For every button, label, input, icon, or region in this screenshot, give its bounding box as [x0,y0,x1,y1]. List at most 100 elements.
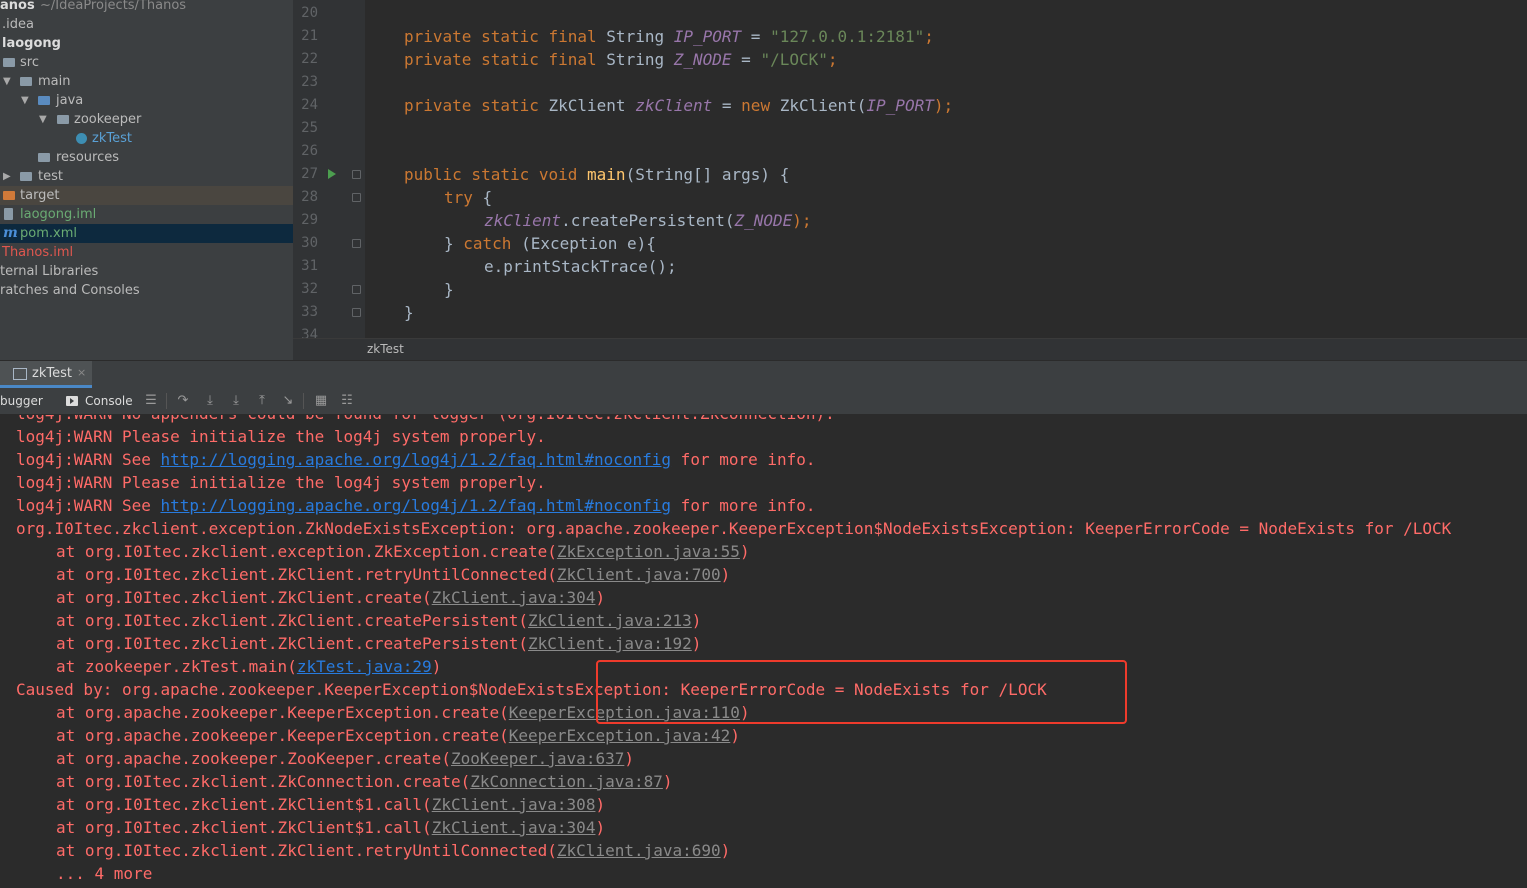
source-link[interactable]: ZkClient.java:308 [432,795,596,814]
field: Z_NODE [673,50,732,69]
trace-icon[interactable]: ☷ [340,394,354,408]
tree-item-label: target [20,188,60,203]
console-text: for more info. [671,496,816,515]
tree-item-laogong[interactable]: laogong [0,34,293,53]
chevron-down-icon[interactable]: ▼ [21,91,29,110]
fold-icon[interactable] [352,308,361,317]
tree-item-external-libraries[interactable]: ternal Libraries [0,262,293,281]
stack-frame: at org.I0Itec.zkclient.ZkClient.create(Z… [56,586,605,609]
fold-icon[interactable] [352,193,361,202]
source-link[interactable]: ZkClient.java:700 [557,565,721,584]
editor-gutter: 20 21 22 23 24 25 26 27 28 29 30 31 32 3… [293,0,365,338]
step-into-icon[interactable]: ⤓ [203,394,217,408]
field: IP_PORT [673,27,742,46]
source-link[interactable]: KeeperException.java:110 [509,703,740,722]
console-output[interactable]: log4j:WARN No appenders could be found f… [0,415,1527,888]
frame-text: ) [662,772,673,791]
run-icon[interactable] [328,169,336,179]
field: zkClient [484,211,562,230]
force-step-into-icon[interactable]: ⤓ [229,394,243,408]
code-editor[interactable]: private static final String IP_PORT = "1… [365,0,1527,338]
source-link[interactable]: KeeperException.java:42 [509,726,731,745]
folder-icon [20,172,32,181]
code-text: } [444,234,464,253]
menu-icon[interactable]: ☰ [144,394,158,408]
console-line: log4j:WARN Please initialize the log4j s… [16,427,546,446]
keyword: catch [463,234,522,253]
tree-item-java[interactable]: ▼ java [0,91,293,110]
evaluate-icon[interactable]: ▦ [314,394,328,408]
fold-icon[interactable] [352,285,361,294]
console-link[interactable]: http://logging.apache.org/log4j/1.2/faq.… [161,450,672,469]
tree-item-src[interactable]: src [0,53,293,72]
tree-item-scratches[interactable]: ratches and Consoles [0,281,293,300]
caused-by-line: Caused by: org.apache.zookeeper.KeeperEx… [16,680,1047,699]
field: IP_PORT [866,96,934,115]
tab-debugger[interactable]: bugger [0,394,43,408]
source-link[interactable]: ZkException.java:55 [557,542,740,561]
source-link[interactable]: ZkClient.java:304 [432,818,596,837]
fold-icon[interactable] [352,239,361,248]
frame-text: at org.I0Itec.zkclient.ZkClient.createPe… [56,634,529,653]
tree-item-zktest[interactable]: zkTest [0,129,293,148]
method-name: main [587,165,626,184]
tree-item-main[interactable]: ▼ main [0,72,293,91]
tree-item-zookeeper[interactable]: ▼ zookeeper [0,110,293,129]
tree-item-thanos-iml[interactable]: Thanos.iml [0,243,293,262]
step-out-icon[interactable]: ⤒ [255,394,269,408]
source-link[interactable]: zkTest.java:29 [297,657,432,676]
code-line-28: try { [444,186,492,209]
tree-item-pom-xml[interactable]: m pom.xml [0,224,293,243]
source-link[interactable]: ZkConnection.java:87 [470,772,663,791]
stack-frame: at org.apache.zookeeper.KeeperException.… [56,701,750,724]
source-link[interactable]: ZkClient.java:304 [432,588,596,607]
tree-item-label: .idea [2,17,34,32]
step-over-icon[interactable]: ↷ [176,394,190,408]
source-link[interactable]: ZooKeeper.java:637 [451,749,624,768]
field: zkClient [635,96,713,115]
fold-icon[interactable] [352,170,361,179]
tree-item-target[interactable]: target [0,186,293,205]
tree-item-resources[interactable]: resources [0,148,293,167]
run-toolbar: bugger Console ☰ ↷ ⤓ ⤓ ⤒ ↘ ▦ ☷ [0,388,1527,415]
tree-item-idea[interactable]: .idea [0,15,293,34]
line-number: 30 [301,235,318,251]
tree-item-label: ratches and Consoles [0,283,140,298]
tree-item-laogong-iml[interactable]: laogong.iml [0,205,293,224]
stack-frame: at org.I0Itec.zkclient.ZkConnection.crea… [56,770,673,793]
line-number: 24 [301,97,318,113]
tree-item-test[interactable]: ▶ test [0,167,293,186]
chevron-down-icon[interactable]: ▼ [3,72,11,91]
frame-text: ) [691,611,702,630]
source-link[interactable]: ZkClient.java:192 [528,634,692,653]
maven-icon: m [3,225,18,241]
line-number: 29 [301,212,318,228]
line-number: 32 [301,281,318,297]
keyword: private static final [404,27,607,46]
keyword: try [444,188,483,207]
frame-text: at org.I0Itec.zkclient.ZkClient.createPe… [56,611,529,630]
code-line-27: public static void main(String[] args) { [404,163,789,186]
editor-breadcrumb[interactable]: zkTest [293,338,1527,361]
source-link[interactable]: ZkClient.java:213 [528,611,692,630]
tree-item-label: src [20,55,39,70]
close-icon[interactable]: × [77,366,86,379]
stack-frame: at org.I0Itec.zkclient.ZkClient.createPe… [56,609,701,632]
chevron-right-icon[interactable]: ▶ [3,167,11,186]
console-link[interactable]: http://logging.apache.org/log4j/1.2/faq.… [161,496,672,515]
resources-folder-icon [38,153,50,162]
run-to-cursor-icon[interactable]: ↘ [281,394,295,408]
code-text: { [482,188,493,207]
tab-zktest[interactable]: zkTest × [0,361,92,388]
frame-text: at org.apache.zookeeper.KeeperException.… [56,726,509,745]
tree-item-project-root[interactable]: anos ~/IdeaProjects/Thanos [0,0,293,15]
tab-label: zkTest [32,366,72,381]
code-text: .createPersistent( [561,211,735,230]
breadcrumb-item[interactable]: zkTest [367,342,404,356]
code-line-31: e.printStackTrace(); [484,255,677,278]
tab-console[interactable]: Console [85,394,133,408]
chevron-down-icon[interactable]: ▼ [39,110,47,129]
source-link[interactable]: ZkClient.java:690 [557,841,721,860]
stack-frame: at org.I0Itec.zkclient.exception.ZkExcep… [56,540,750,563]
line-number: 33 [301,304,318,320]
